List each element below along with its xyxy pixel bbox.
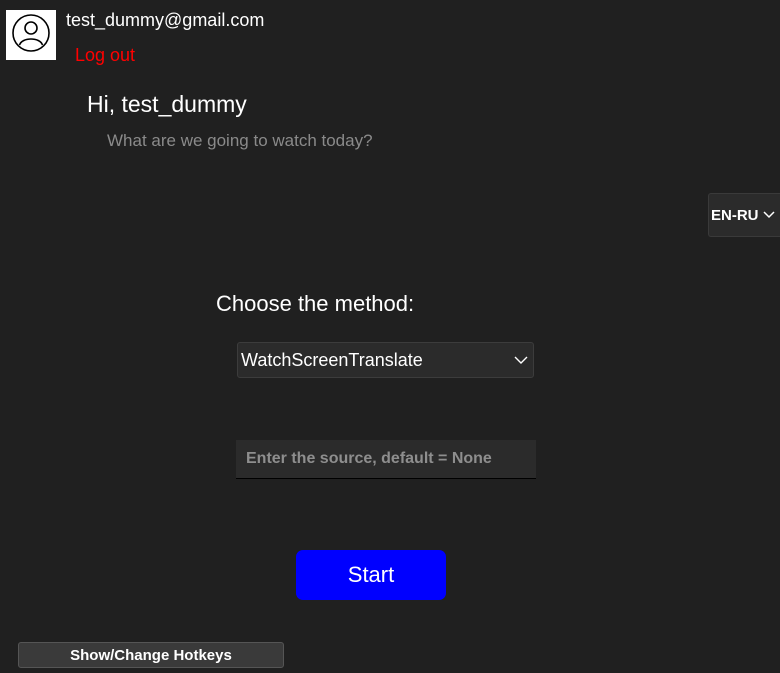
chevron-down-icon: [513, 352, 529, 373]
start-button[interactable]: Start: [296, 550, 446, 600]
user-circle-icon: [11, 13, 51, 58]
method-select[interactable]: WatchScreenTranslate: [237, 342, 534, 378]
user-email: test_dummy@gmail.com: [66, 10, 265, 30]
greeting-subtitle: What are we going to watch today?: [107, 131, 373, 150]
avatar: [6, 10, 56, 60]
greeting-title: Hi, test_dummy: [87, 91, 247, 117]
method-select-value: WatchScreenTranslate: [241, 349, 423, 370]
language-pair-value: EN-RU: [711, 206, 759, 224]
method-title: Choose the method:: [216, 291, 415, 316]
source-input[interactable]: [236, 440, 536, 479]
language-pair-select[interactable]: EN-RU: [708, 193, 780, 237]
logout-link[interactable]: Log out: [75, 45, 135, 66]
app-window: test_dummy@gmail.com Log out Hi, test_du…: [0, 0, 780, 673]
hotkeys-button[interactable]: Show/Change Hotkeys: [18, 642, 284, 668]
chevron-down-icon: [762, 211, 775, 219]
